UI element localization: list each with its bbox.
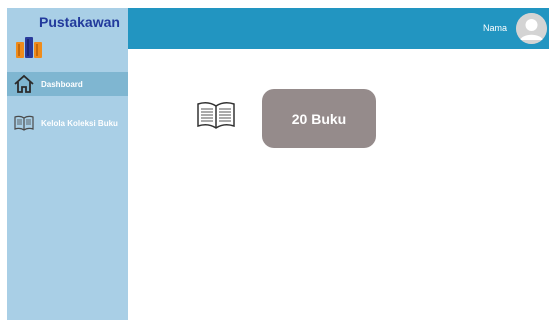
sidebar-item-dashboard[interactable]: Dashboard: [7, 72, 128, 96]
sidebar-item-kelola-koleksi-buku[interactable]: Kelola Koleksi Buku: [7, 111, 128, 135]
app-title: Pustakawan: [39, 14, 120, 30]
sidebar-item-label: Dashboard: [41, 79, 83, 89]
open-book-icon: [197, 101, 235, 129]
home-icon: [14, 74, 34, 93]
top-bar: Nama: [128, 8, 549, 49]
user-name: Nama: [482, 23, 507, 33]
library-books-logo-icon: [16, 37, 42, 58]
avatar[interactable]: [516, 13, 547, 44]
sidebar: Pustakawan Dashboard Kelola Koleksi Buku: [7, 8, 128, 320]
sidebar-item-label: Kelola Koleksi Buku: [41, 118, 118, 128]
book-icon: [14, 115, 34, 131]
book-count-label: 20 Buku: [291, 110, 347, 127]
book-count-card[interactable]: 20 Buku: [262, 89, 376, 148]
user-avatar-icon: [516, 13, 547, 44]
